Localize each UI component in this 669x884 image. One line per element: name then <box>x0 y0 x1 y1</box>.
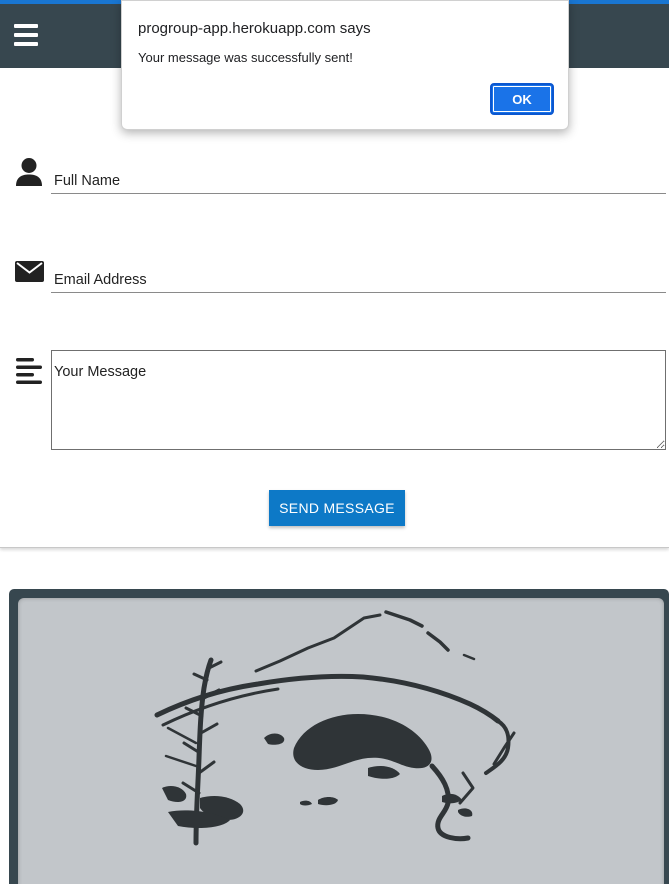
align-left-icon <box>16 358 42 384</box>
contact-form: SEND MESSAGE <box>0 68 669 548</box>
ink-landscape-drawing <box>154 610 516 846</box>
message-textarea[interactable] <box>51 350 666 450</box>
alert-dialog: progroup-app.herokuapp.com says Your mes… <box>121 0 569 130</box>
user-icon <box>16 158 42 186</box>
hamburger-menu-icon[interactable] <box>12 24 40 48</box>
dialog-title: progroup-app.herokuapp.com says <box>138 20 371 37</box>
landscape-illustration-frame <box>9 589 669 884</box>
dialog-message: Your message was successfully sent! <box>138 50 353 65</box>
full-name-input[interactable] <box>51 156 666 194</box>
envelope-icon <box>15 261 44 282</box>
landscape-illustration <box>18 598 664 884</box>
send-message-button[interactable]: SEND MESSAGE <box>269 490 405 526</box>
email-address-input[interactable] <box>51 255 666 293</box>
contact-page: SEND MESSAGE <box>0 0 669 884</box>
ok-button[interactable]: OK <box>490 83 554 115</box>
